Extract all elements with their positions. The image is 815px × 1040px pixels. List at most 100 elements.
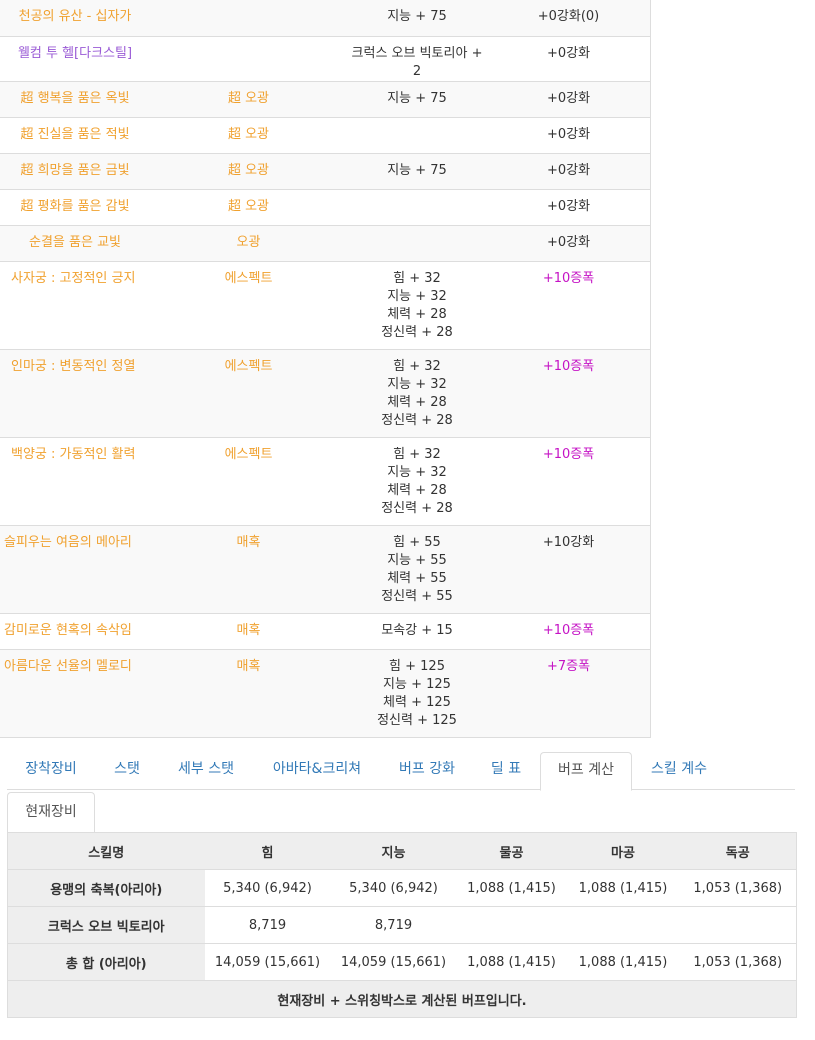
equipment-stats: 힘 + 32 지능 + 32 체력 + 28 정신력 + 28 xyxy=(347,437,487,526)
equipment-set-name: 超 오광 xyxy=(150,189,347,226)
buff-footer-note: 현재장비 + 스위칭박스로 계산된 버프입니다. xyxy=(7,980,797,1018)
equipment-reinforce: +10증폭 xyxy=(487,437,651,526)
equipment-row: 사자궁 : 고정적인 긍지 에스펙트 힘 + 32 지능 + 32 체력 + 28 … xyxy=(0,261,651,350)
tab-equipment[interactable]: 장착장비 xyxy=(7,752,95,790)
value-cell: 5,340 (6,942) xyxy=(330,869,457,907)
equipment-reinforce: +0강화(0) xyxy=(487,0,651,37)
equipment-set-name: 超 오광 xyxy=(150,81,347,118)
buff-calc-table: 스킬명 힘 지능 물공 마공 독공 용맹의 축복(아리아) 5,340 (6,9… xyxy=(7,832,797,1018)
equipment-row: 超 진실을 품은 적빛 超 오광 +0강화 xyxy=(0,117,651,154)
equipment-reinforce: +10증폭 xyxy=(487,349,651,438)
equipment-reinforce: +0강화 xyxy=(487,81,651,118)
tab-damage-table[interactable]: 딜 표 xyxy=(473,752,539,790)
equipment-name[interactable]: 超 진실을 품은 적빛 xyxy=(0,117,150,154)
equipment-name[interactable]: 웰컴 투 헬[다크스틸] xyxy=(0,36,150,82)
equipment-reinforce: +0강화 xyxy=(487,36,651,82)
tab-detail-stats[interactable]: 세부 스탯 xyxy=(159,752,253,790)
value-cell: 14,059 (15,661) xyxy=(204,943,331,981)
equipment-set-name: 오광 xyxy=(150,225,347,262)
equipment-name[interactable]: 超 행복을 품은 옥빛 xyxy=(0,81,150,118)
tab-stats[interactable]: 스탯 xyxy=(95,752,159,790)
equipment-row: 인마궁 : 변동적인 정열 에스펙트 힘 + 32 지능 + 32 체력 + 28 … xyxy=(0,349,651,438)
value-cell: 1,053 (1,368) xyxy=(679,943,797,981)
equipment-set-name xyxy=(150,36,347,82)
equipment-row: 백양궁 : 가동적인 활력 에스펙트 힘 + 32 지능 + 32 체력 + 28 … xyxy=(0,437,651,526)
equipment-row: 슬피우는 여음의 메아리 매혹 힘 + 55 지능 + 55 체력 + 55 정신력… xyxy=(0,525,651,614)
equipment-reinforce: +10강화 xyxy=(487,525,651,614)
equipment-row: 아름다운 선율의 멜로디 매혹 힘 + 125 지능 + 125 체력 + 125 … xyxy=(0,649,651,738)
equipment-name[interactable]: 超 평화를 품은 감빛 xyxy=(0,189,150,226)
equipment-set-name: 에스펙트 xyxy=(150,437,347,526)
equipment-name[interactable]: 슬피우는 여음의 메아리 xyxy=(0,525,150,614)
skill-name-cell: 총 합 (아리아) xyxy=(7,943,205,981)
equipment-set-name: 에스펙트 xyxy=(150,261,347,350)
main-tab-bar: 장착장비 스탯 세부 스탯 아바타&크리쳐 버프 강화 딜 표 버프 계산 스킬… xyxy=(7,752,795,791)
equipment-name[interactable]: 순결을 품은 교빛 xyxy=(0,225,150,262)
tab-buff-enhance[interactable]: 버프 강화 xyxy=(381,752,473,790)
buff-table-header-row: 스킬명 힘 지능 물공 마공 독공 xyxy=(7,832,797,870)
tab-buff-calc[interactable]: 버프 계산 xyxy=(540,752,632,791)
equipment-reinforce: +0강화 xyxy=(487,117,651,154)
equipment-stats xyxy=(347,117,487,154)
equipment-set-name: 매혹 xyxy=(150,525,347,614)
header-phys-atk: 물공 xyxy=(456,832,567,870)
equipment-set-name: 에스펙트 xyxy=(150,349,347,438)
equipment-stats xyxy=(347,225,487,262)
header-int: 지능 xyxy=(330,832,457,870)
buff-row-aria: 용맹의 축복(아리아) 5,340 (6,942) 5,340 (6,942) … xyxy=(7,869,797,907)
value-cell xyxy=(566,906,680,944)
equipment-stats: 힘 + 55 지능 + 55 체력 + 55 정신력 + 55 xyxy=(347,525,487,614)
value-cell: 5,340 (6,942) xyxy=(204,869,331,907)
equipment-stats xyxy=(347,189,487,226)
tab-avatar-creature[interactable]: 아바타&크리쳐 xyxy=(253,752,381,790)
buff-row-total: 총 합 (아리아) 14,059 (15,661) 14,059 (15,661… xyxy=(7,943,797,981)
equipment-name[interactable]: 감미로운 현혹의 속삭임 xyxy=(0,613,150,650)
value-cell: 8,719 xyxy=(330,906,457,944)
equipment-stats: 힘 + 32 지능 + 32 체력 + 28 정신력 + 28 xyxy=(347,261,487,350)
header-str: 힘 xyxy=(204,832,331,870)
equipment-reinforce: +10증폭 xyxy=(487,261,651,350)
equipment-name[interactable]: 超 희망을 품은 금빛 xyxy=(0,153,150,190)
equipment-stats: 지능 + 75 xyxy=(347,81,487,118)
equipment-name[interactable]: 백양궁 : 가동적인 활력 xyxy=(0,437,150,526)
header-ind-atk: 독공 xyxy=(679,832,797,870)
value-cell: 1,088 (1,415) xyxy=(566,943,680,981)
equipment-set-name xyxy=(150,0,347,37)
skill-name-cell: 크럭스 오브 빅토리아 xyxy=(7,906,205,944)
equipment-reinforce: +10증폭 xyxy=(487,613,651,650)
equipment-row: 超 희망을 품은 금빛 超 오광 지능 + 75 +0강화 xyxy=(0,153,651,190)
equipment-reinforce: +0강화 xyxy=(487,225,651,262)
equipment-row: 웰컴 투 헬[다크스틸] 크럭스 오브 빅토리아 + 2 +0강화 xyxy=(0,36,651,82)
tab-skill-coefficient[interactable]: 스킬 계수 xyxy=(633,752,725,790)
equipment-stats: 크럭스 오브 빅토리아 + 2 xyxy=(347,36,487,82)
equipment-stats: 힘 + 32 지능 + 32 체력 + 28 정신력 + 28 xyxy=(347,349,487,438)
equipment-row: 감미로운 현혹의 속삭임 매혹 모속강 + 15 +10증폭 xyxy=(0,613,651,650)
value-cell xyxy=(456,906,567,944)
equipment-stats: 모속강 + 15 xyxy=(347,613,487,650)
buff-table-footer-row: 현재장비 + 스위칭박스로 계산된 버프입니다. xyxy=(7,980,797,1018)
equipment-name[interactable]: 인마궁 : 변동적인 정열 xyxy=(0,349,150,438)
equipment-set-name: 매혹 xyxy=(150,613,347,650)
value-cell: 14,059 (15,661) xyxy=(330,943,457,981)
value-cell: 1,053 (1,368) xyxy=(679,869,797,907)
equipment-reinforce: +7증폭 xyxy=(487,649,651,738)
equipment-set-name: 超 오광 xyxy=(150,117,347,154)
equipment-stats: 힘 + 125 지능 + 125 체력 + 125 정신력 + 125 xyxy=(347,649,487,738)
value-cell: 1,088 (1,415) xyxy=(566,869,680,907)
equipment-name[interactable]: 사자궁 : 고정적인 긍지 xyxy=(0,261,150,350)
equipment-stats: 지능 + 75 xyxy=(347,153,487,190)
equipment-reinforce: +0강화 xyxy=(487,189,651,226)
equipment-name[interactable]: 아름다운 선율의 멜로디 xyxy=(0,649,150,738)
equipment-reinforce: +0강화 xyxy=(487,153,651,190)
value-cell xyxy=(679,906,797,944)
equipment-table: 천공의 유산 - 십자가 지능 + 75 +0강화(0) 웰컴 투 헬[다크스틸] 크럭… xyxy=(0,0,651,738)
value-cell: 1,088 (1,415) xyxy=(456,869,567,907)
equipment-row: 超 평화를 품은 감빛 超 오광 +0강화 xyxy=(0,189,651,226)
equipment-name[interactable]: 천공의 유산 - 십자가 xyxy=(0,0,150,37)
skill-name-cell: 용맹의 축복(아리아) xyxy=(7,869,205,907)
buff-row-crux: 크럭스 오브 빅토리아 8,719 8,719 xyxy=(7,906,797,944)
equipment-row: 천공의 유산 - 십자가 지능 + 75 +0강화(0) xyxy=(0,0,651,37)
value-cell: 8,719 xyxy=(204,906,331,944)
subtab-current-equipment[interactable]: 현재장비 xyxy=(7,792,95,832)
equipment-row: 超 행복을 품은 옥빛 超 오광 지능 + 75 +0강화 xyxy=(0,81,651,118)
